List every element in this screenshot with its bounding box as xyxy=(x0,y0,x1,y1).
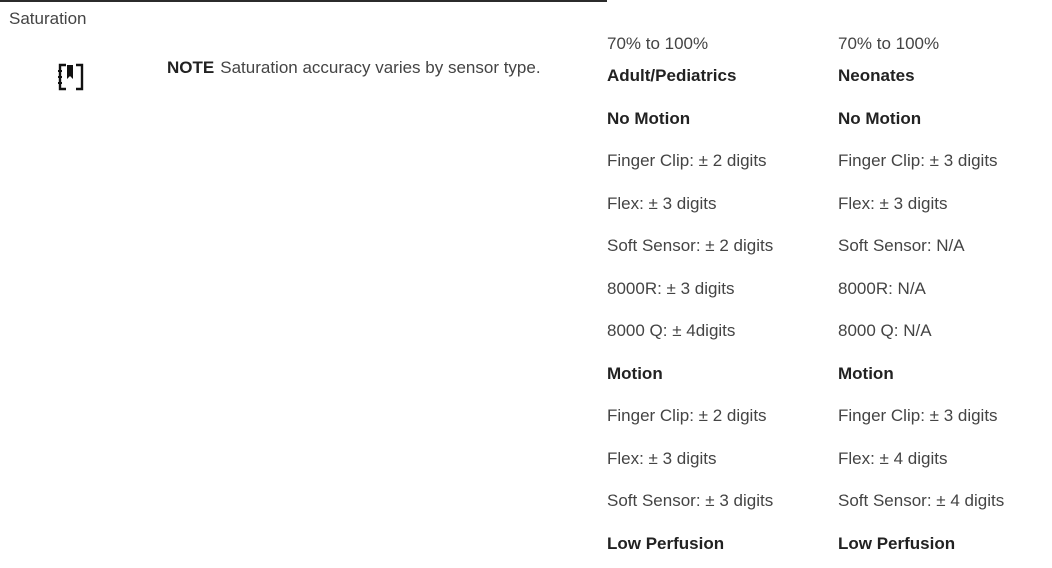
no-motion-heading: No Motion xyxy=(607,101,837,144)
accuracy-soft-sensor: Soft Sensor: ± 3 digits xyxy=(607,483,837,526)
accuracy-8000r: 8000R: ± 3 digits xyxy=(607,271,837,314)
low-perfusion-heading: Low Perfusion xyxy=(607,526,837,568)
accuracy-soft-sensor: Soft Sensor: ± 4 digits xyxy=(838,483,1052,526)
saturation-range: 70% to 100% xyxy=(838,26,1052,58)
adult-pediatrics-column: 70% to 100% Adult/Pediatrics No Motion F… xyxy=(607,26,837,568)
note-body: Saturation accuracy varies by sensor typ… xyxy=(220,58,540,77)
accuracy-finger-clip: Finger Clip: ± 3 digits xyxy=(838,398,1052,441)
accuracy-8000r: 8000R: N/A xyxy=(838,271,1052,314)
accuracy-flex: Flex: ± 3 digits xyxy=(838,186,1052,229)
note: NOTE Saturation accuracy varies by sensor… xyxy=(167,55,597,80)
top-rule xyxy=(0,0,607,2)
accuracy-flex: Flex: ± 3 digits xyxy=(607,441,837,484)
note-keyword: NOTE xyxy=(167,58,214,77)
population-heading: Adult/Pediatrics xyxy=(607,58,837,101)
section-label: Saturation xyxy=(9,9,87,29)
accuracy-soft-sensor: Soft Sensor: N/A xyxy=(838,228,1052,271)
accuracy-finger-clip: Finger Clip: ± 2 digits xyxy=(607,398,837,441)
accuracy-finger-clip: Finger Clip: ± 3 digits xyxy=(838,143,1052,186)
note-icon xyxy=(57,58,85,98)
accuracy-8000q: 8000 Q: ± 4digits xyxy=(607,313,837,356)
motion-heading: Motion xyxy=(838,356,1052,399)
neonates-column: 70% to 100% Neonates No Motion Finger Cl… xyxy=(838,26,1052,568)
accuracy-finger-clip: Finger Clip: ± 2 digits xyxy=(607,143,837,186)
no-motion-heading: No Motion xyxy=(838,101,1052,144)
accuracy-flex: Flex: ± 4 digits xyxy=(838,441,1052,484)
accuracy-soft-sensor: Soft Sensor: ± 2 digits xyxy=(607,228,837,271)
low-perfusion-heading: Low Perfusion xyxy=(838,526,1052,568)
accuracy-8000q: 8000 Q: N/A xyxy=(838,313,1052,356)
saturation-range: 70% to 100% xyxy=(607,26,837,58)
population-heading: Neonates xyxy=(838,58,1052,101)
accuracy-flex: Flex: ± 3 digits xyxy=(607,186,837,229)
motion-heading: Motion xyxy=(607,356,837,399)
